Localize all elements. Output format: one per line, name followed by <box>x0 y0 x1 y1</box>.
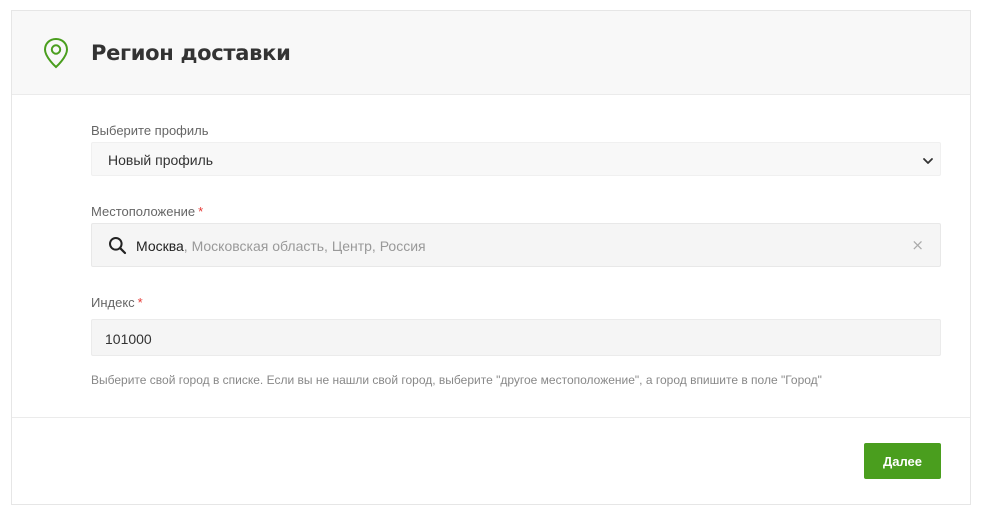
location-input[interactable]: Москва, Московская область, Центр, Росси… <box>91 223 941 267</box>
location-label: Местоположение * <box>91 204 203 219</box>
index-label: Индекс * <box>91 295 143 310</box>
location-city: Москва <box>136 238 184 254</box>
delivery-region-card: Регион доставки Выберите профиль Новый п… <box>11 10 971 505</box>
card-header: Регион доставки <box>12 11 970 95</box>
required-mark: * <box>198 204 204 219</box>
index-field[interactable]: 101000 <box>91 319 941 356</box>
chevron-down-icon <box>922 154 934 166</box>
location-pin-icon <box>42 37 70 69</box>
location-details: , Московская область, Центр, Россия <box>183 238 426 254</box>
next-button[interactable]: Далее <box>864 443 941 479</box>
close-icon[interactable]: × <box>911 236 924 254</box>
location-value: Москва, Московская область, Центр, Росси… <box>136 238 426 254</box>
profile-select[interactable]: Новый профиль <box>91 142 941 176</box>
required-mark: * <box>137 295 143 310</box>
footer-divider <box>12 417 970 418</box>
profile-label: Выберите профиль <box>91 123 209 138</box>
profile-select-value: Новый профиль <box>108 152 214 168</box>
index-value: 101000 <box>105 331 152 347</box>
index-label-text: Индекс <box>91 295 135 310</box>
search-icon <box>108 236 127 255</box>
location-hint: Выберите свой город в списке. Если вы не… <box>91 373 822 387</box>
location-label-text: Местоположение <box>91 204 196 219</box>
page-title: Регион доставки <box>91 41 291 65</box>
